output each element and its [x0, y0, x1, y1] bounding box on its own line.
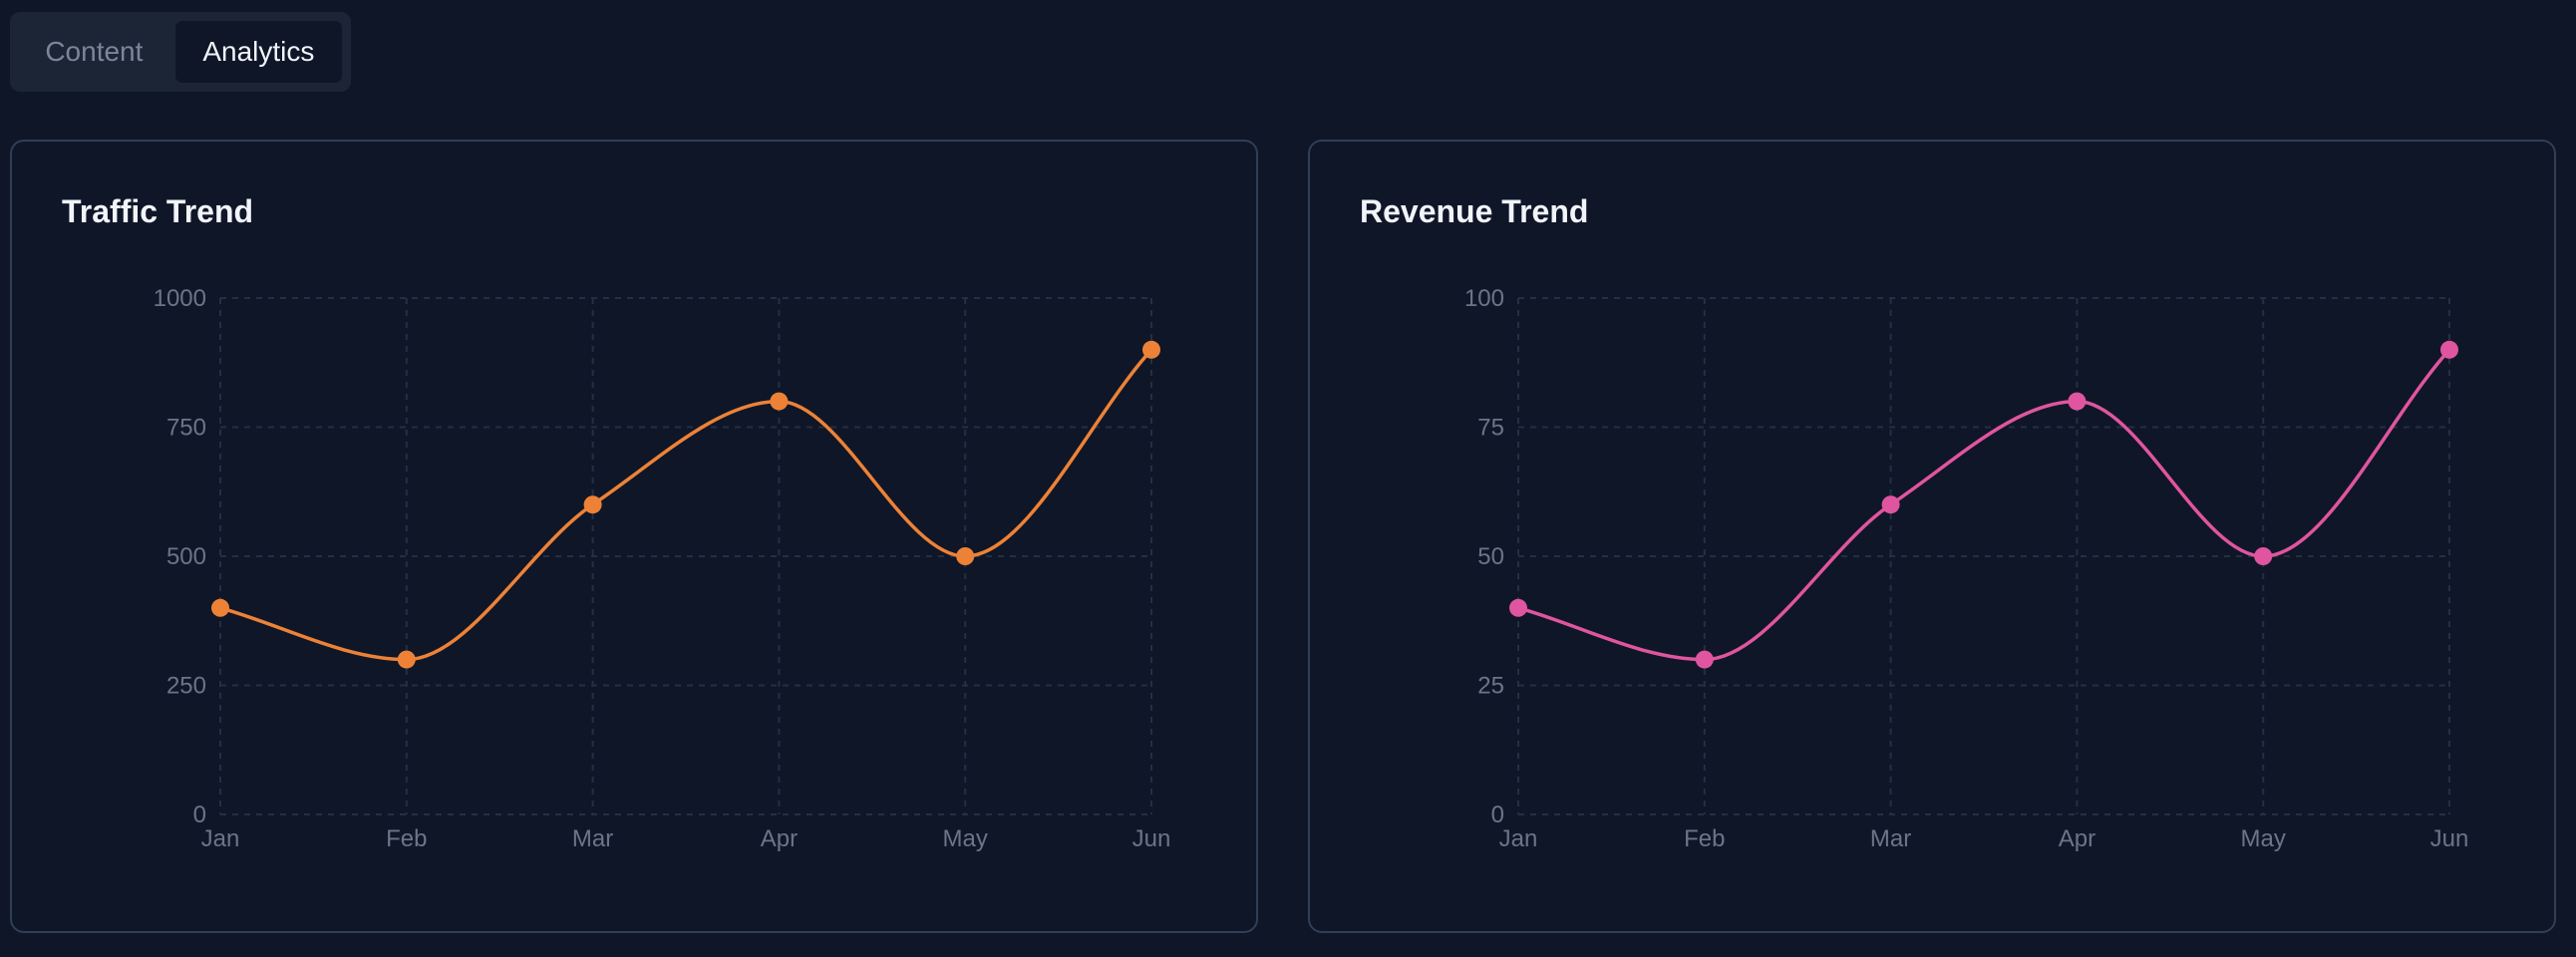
x-tick-label: May: [2241, 825, 2286, 852]
series-line: [219, 348, 1153, 662]
x-tick-label: Jan: [201, 825, 240, 852]
data-point-mar[interactable]: [583, 495, 602, 514]
data-point-apr[interactable]: [770, 392, 789, 411]
data-point-jan[interactable]: [1509, 598, 1527, 617]
data-point-jun[interactable]: [1142, 340, 1160, 359]
x-tick-label: May: [943, 825, 988, 852]
y-tick-label: 100: [1464, 285, 1504, 312]
data-point-feb[interactable]: [1695, 650, 1714, 669]
data-point-mar[interactable]: [1881, 495, 1900, 514]
y-tick-label: 1000: [154, 285, 206, 312]
y-tick-label: 250: [166, 673, 206, 700]
data-point-apr[interactable]: [2068, 392, 2087, 411]
y-tick-label: 75: [1477, 415, 1504, 442]
traffic-trend-chart: 0 250 500 750 1000 Jan Feb Mar Apr May Jun: [154, 285, 1171, 852]
x-tick-label: Feb: [386, 825, 427, 852]
x-tick-label: Feb: [1684, 825, 1725, 852]
data-point-jan[interactable]: [211, 598, 229, 617]
traffic-trend-card: Traffic Trend 0 250 500 750 1000 Jan Feb Mar Apr…: [10, 140, 1258, 933]
y-tick-label: 50: [1477, 543, 1504, 570]
x-tick-label: Apr: [761, 825, 798, 852]
y-tick-label: 0: [193, 801, 206, 828]
data-point-may[interactable]: [956, 547, 975, 565]
x-tick-label: Jan: [1499, 825, 1538, 852]
tab-content[interactable]: Content: [19, 21, 169, 83]
data-point-feb[interactable]: [397, 650, 416, 669]
x-tick-label: Apr: [2059, 825, 2095, 852]
data-point-may[interactable]: [2254, 547, 2273, 565]
tab-analytics[interactable]: Analytics: [174, 21, 342, 83]
y-tick-label: 0: [1491, 801, 1504, 828]
y-tick-label: 25: [1477, 673, 1504, 700]
view-tabs: Content Analytics: [10, 12, 351, 92]
grid: [219, 297, 1152, 815]
series-line: [1517, 348, 2451, 662]
y-tick-label: 500: [166, 543, 206, 570]
revenue-trend-card: Revenue Trend 0 25 50 75 100 Jan Feb Mar Apr May J…: [1308, 140, 2556, 933]
x-tick-label: Jun: [1132, 825, 1171, 852]
x-tick-label: Jun: [2430, 825, 2469, 852]
grid: [1517, 297, 2450, 815]
x-tick-label: Mar: [1870, 825, 1911, 852]
revenue-trend-chart: 0 25 50 75 100 Jan Feb Mar Apr May Jun: [1464, 285, 2469, 852]
x-tick-label: Mar: [572, 825, 613, 852]
data-point-jun[interactable]: [2440, 340, 2458, 359]
y-tick-label: 750: [166, 415, 206, 442]
